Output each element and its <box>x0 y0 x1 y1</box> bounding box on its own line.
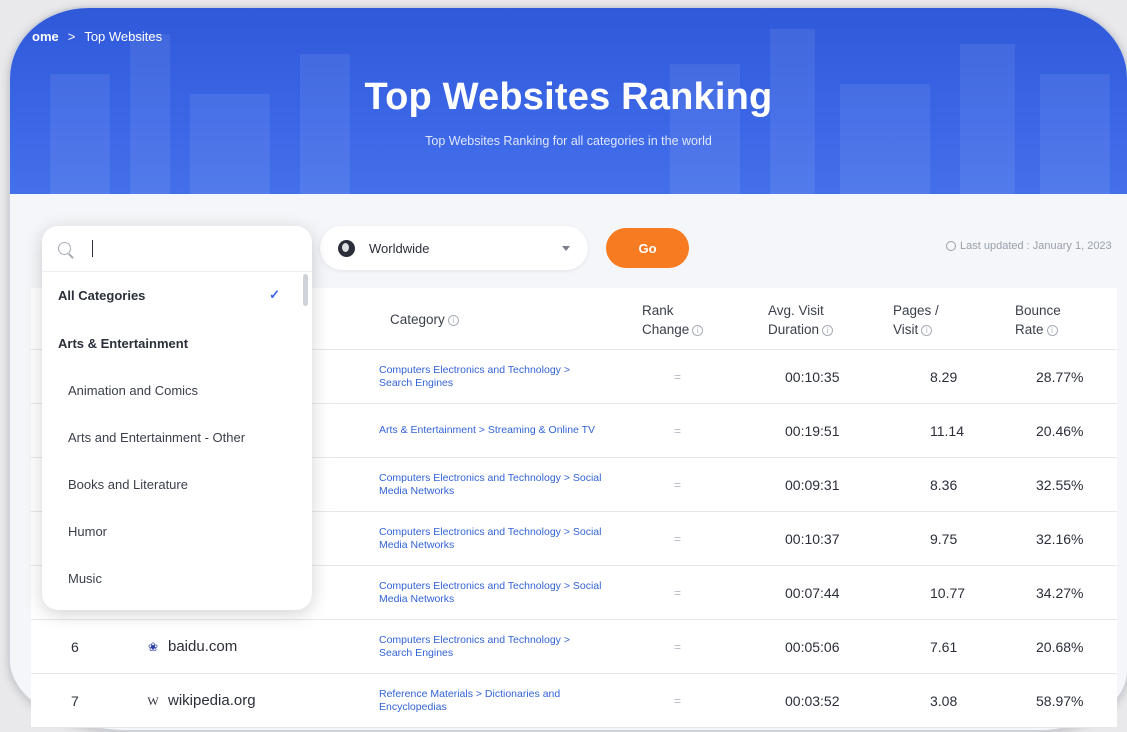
breadcrumb-current: Top Websites <box>84 29 163 44</box>
site-name[interactable]: baidu.com <box>168 638 237 655</box>
rank-cell: 7 <box>71 692 79 709</box>
info-icon[interactable]: i <box>1046 324 1058 336</box>
dropdown-item-label: Arts & Entertainment <box>58 335 189 351</box>
dropdown-item-all-categories[interactable]: All Categories ✓ <box>42 272 302 318</box>
header-pages[interactable]: Pages / Visit i <box>893 301 939 339</box>
dropdown-item-label: All Categories <box>58 287 146 303</box>
pages-cell: 7.61 <box>930 638 958 655</box>
dropdown-scrollbar[interactable] <box>303 274 308 306</box>
header-category[interactable]: Category i <box>390 310 459 329</box>
category-dropdown: All Categories ✓ Arts & Entertainment An… <box>42 226 312 610</box>
paw-icon: ❀ <box>147 639 159 654</box>
dropdown-item-label: Animation and Comics <box>68 382 199 398</box>
country-value: Worldwide <box>369 240 430 256</box>
info-icon[interactable]: i <box>822 324 834 336</box>
breadcrumb-home[interactable]: ome <box>32 29 59 44</box>
duration-cell: 00:09:31 <box>785 476 840 493</box>
duration-cell: 00:19:51 <box>785 422 840 439</box>
header-bounce-line1: Bounce <box>1015 303 1061 318</box>
last-updated-text: Last updated : January 1, 2023 <box>960 240 1112 252</box>
bounce-cell: 20.68% <box>1036 638 1084 655</box>
dropdown-item-music[interactable]: Music <box>42 555 302 601</box>
pages-cell: 3.08 <box>930 692 958 709</box>
pages-cell: 10.77 <box>930 584 966 601</box>
dropdown-item-label: Arts and Entertainment - Other <box>68 429 246 445</box>
rank-change-cell: = <box>674 423 682 438</box>
bounce-cell: 20.46% <box>1036 422 1084 439</box>
header-duration[interactable]: Avg. Visit Duration i <box>768 301 834 339</box>
breadcrumb-separator: > <box>67 29 76 44</box>
header-bounce-line2: Rate <box>1015 322 1044 337</box>
check-icon: ✓ <box>269 287 280 302</box>
table-row[interactable]: 6 ❀ baidu.com Computers Electronics and T… <box>31 620 1117 674</box>
header-rank-change-line2: Change <box>642 322 690 337</box>
rank-change-cell: = <box>674 639 682 654</box>
info-icon[interactable]: i <box>921 324 933 336</box>
dropdown-item-label: Books and Literature <box>68 476 188 492</box>
hero-banner: ome > Top Websites Top Websites Ranking … <box>10 8 1127 194</box>
site-cell[interactable]: Wwikipedia.org <box>146 674 256 727</box>
breadcrumb: ome > Top Websites <box>32 29 162 44</box>
duration-cell: 00:10:35 <box>785 368 840 385</box>
category-link[interactable]: Arts & Entertainment > Streaming & Onlin… <box>379 404 604 457</box>
dropdown-item-arts-other[interactable]: Arts and Entertainment - Other <box>42 414 302 460</box>
info-icon[interactable]: i <box>692 324 704 336</box>
text-cursor <box>92 240 93 257</box>
category-link[interactable]: Computers Electronics and Technology > S… <box>379 566 604 619</box>
bounce-cell: 58.97% <box>1036 692 1084 709</box>
category-link[interactable]: Computers Electronics and Technology > S… <box>379 458 604 511</box>
country-select[interactable]: Worldwide <box>320 226 588 270</box>
header-duration-line2: Duration <box>768 322 820 337</box>
rank-change-cell: = <box>674 585 682 600</box>
pages-cell: 8.29 <box>930 368 958 385</box>
dropdown-item-books[interactable]: Books and Literature <box>42 461 302 507</box>
duration-cell: 00:07:44 <box>785 584 840 601</box>
header-rank-change-line1: Rank <box>642 303 674 318</box>
search-icon <box>58 242 71 255</box>
clock-icon <box>946 241 956 251</box>
header-duration-line1: Avg. Visit <box>768 303 824 318</box>
site-name[interactable]: wikipedia.org <box>168 692 256 709</box>
last-updated: Last updated : January 1, 2023 <box>946 240 1112 252</box>
rank-change-cell: = <box>674 369 682 384</box>
category-search-input[interactable] <box>42 226 312 272</box>
table-row[interactable]: 7 Wwikipedia.org Reference Materials > D… <box>31 674 1117 728</box>
dropdown-item-arts-entertainment[interactable]: Arts & Entertainment <box>42 320 302 366</box>
site-cell[interactable]: ❀ baidu.com <box>146 620 237 673</box>
header-category-label: Category <box>390 312 445 327</box>
header-pages-line1: Pages / <box>893 303 939 318</box>
bounce-cell: 32.55% <box>1036 476 1084 493</box>
go-button[interactable]: Go <box>606 228 689 268</box>
category-link[interactable]: Computers Electronics and Technology > S… <box>379 620 604 673</box>
dropdown-item-label: Music <box>68 570 102 586</box>
dropdown-item-humor[interactable]: Humor <box>42 508 302 554</box>
rank-change-cell: = <box>674 477 682 492</box>
category-link[interactable]: Reference Materials > Dictionaries and E… <box>379 674 604 727</box>
category-link[interactable]: Computers Electronics and Technology > S… <box>379 512 604 565</box>
rank-change-cell: = <box>674 531 682 546</box>
bounce-cell: 34.27% <box>1036 584 1084 601</box>
bounce-cell: 28.77% <box>1036 368 1084 385</box>
header-pages-line2: Visit <box>893 322 919 337</box>
page-subtitle: Top Websites Ranking for all categories … <box>425 134 712 148</box>
chevron-down-icon <box>562 245 570 251</box>
info-icon[interactable]: i <box>447 314 459 326</box>
bounce-cell: 32.16% <box>1036 530 1084 547</box>
header-bounce[interactable]: Bounce Rate i <box>1015 301 1061 339</box>
pages-cell: 9.75 <box>930 530 958 547</box>
category-link[interactable]: Computers Electronics and Technology > S… <box>379 350 604 403</box>
duration-cell: 00:10:37 <box>785 530 840 547</box>
header-rank-change[interactable]: Rank Change i <box>642 301 704 339</box>
page-title: Top Websites Ranking <box>364 76 773 118</box>
pages-cell: 8.36 <box>930 476 958 493</box>
dropdown-item-animation-comics[interactable]: Animation and Comics <box>42 367 302 413</box>
pages-cell: 11.14 <box>930 422 964 439</box>
globe-icon <box>338 239 355 257</box>
wikipedia-icon: W <box>147 693 159 708</box>
rank-change-cell: = <box>674 693 682 708</box>
rank-cell: 6 <box>71 638 79 655</box>
duration-cell: 00:05:06 <box>785 638 840 655</box>
duration-cell: 00:03:52 <box>785 692 840 709</box>
dropdown-item-label: Humor <box>68 523 108 539</box>
